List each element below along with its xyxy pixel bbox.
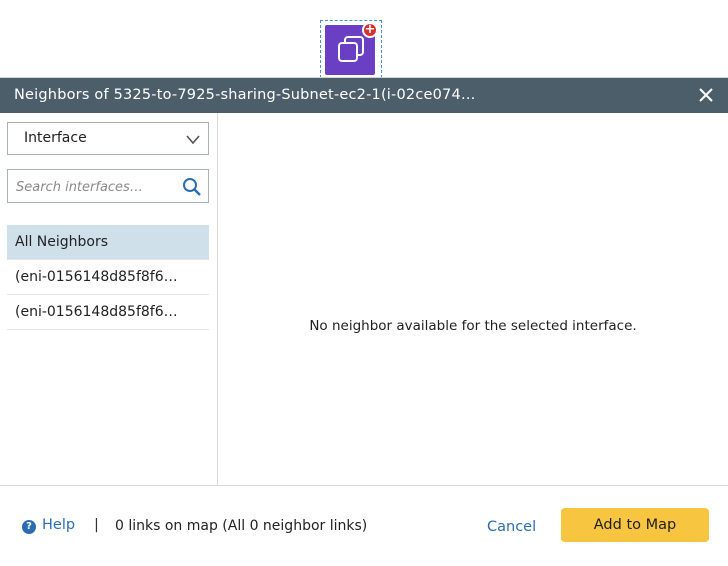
dialog-titlebar: Neighbors of 5325-to-7925-sharing-Subnet…: [0, 78, 728, 113]
search-interfaces-box: [7, 169, 209, 203]
dialog-title: Neighbors of 5325-to-7925-sharing-Subnet…: [14, 87, 476, 103]
list-item-interface[interactable]: (eni-0156148d85f8f6…: [7, 260, 209, 295]
neighbors-dialog: Neighbors of 5325-to-7925-sharing-Subnet…: [0, 77, 728, 566]
interface-pane: Interface All Neighbors (eni-0156148d85f…: [0, 113, 218, 485]
close-icon[interactable]: [696, 85, 716, 105]
help-icon[interactable]: ?: [22, 520, 36, 534]
search-icon[interactable]: [182, 177, 202, 197]
chevron-down-icon: [185, 131, 201, 147]
add-to-map-button[interactable]: Add to Map: [561, 508, 709, 542]
interface-filter-value: Interface: [24, 130, 87, 146]
empty-state-message: No neighbor available for the selected i…: [309, 318, 637, 334]
footer-separator: |: [94, 517, 99, 533]
map-node-selected[interactable]: +: [320, 20, 382, 78]
links-status-text: 0 links on map (All 0 neighbor links): [115, 518, 368, 534]
interface-filter-select[interactable]: Interface: [7, 122, 209, 155]
list-item-all-neighbors[interactable]: All Neighbors: [7, 225, 209, 260]
search-interfaces-input[interactable]: [14, 175, 178, 199]
list-item-interface[interactable]: (eni-0156148d85f8f6…: [7, 295, 209, 330]
add-badge-icon: +: [362, 22, 378, 38]
cancel-button[interactable]: Cancel: [487, 519, 536, 535]
interface-list: All Neighbors (eni-0156148d85f8f6… (eni-…: [7, 225, 209, 330]
dialog-footer: ? Help | 0 links on map (All 0 neighbor …: [0, 485, 728, 566]
help-link[interactable]: Help: [42, 517, 75, 533]
neighbors-pane: No neighbor available for the selected i…: [218, 113, 728, 485]
